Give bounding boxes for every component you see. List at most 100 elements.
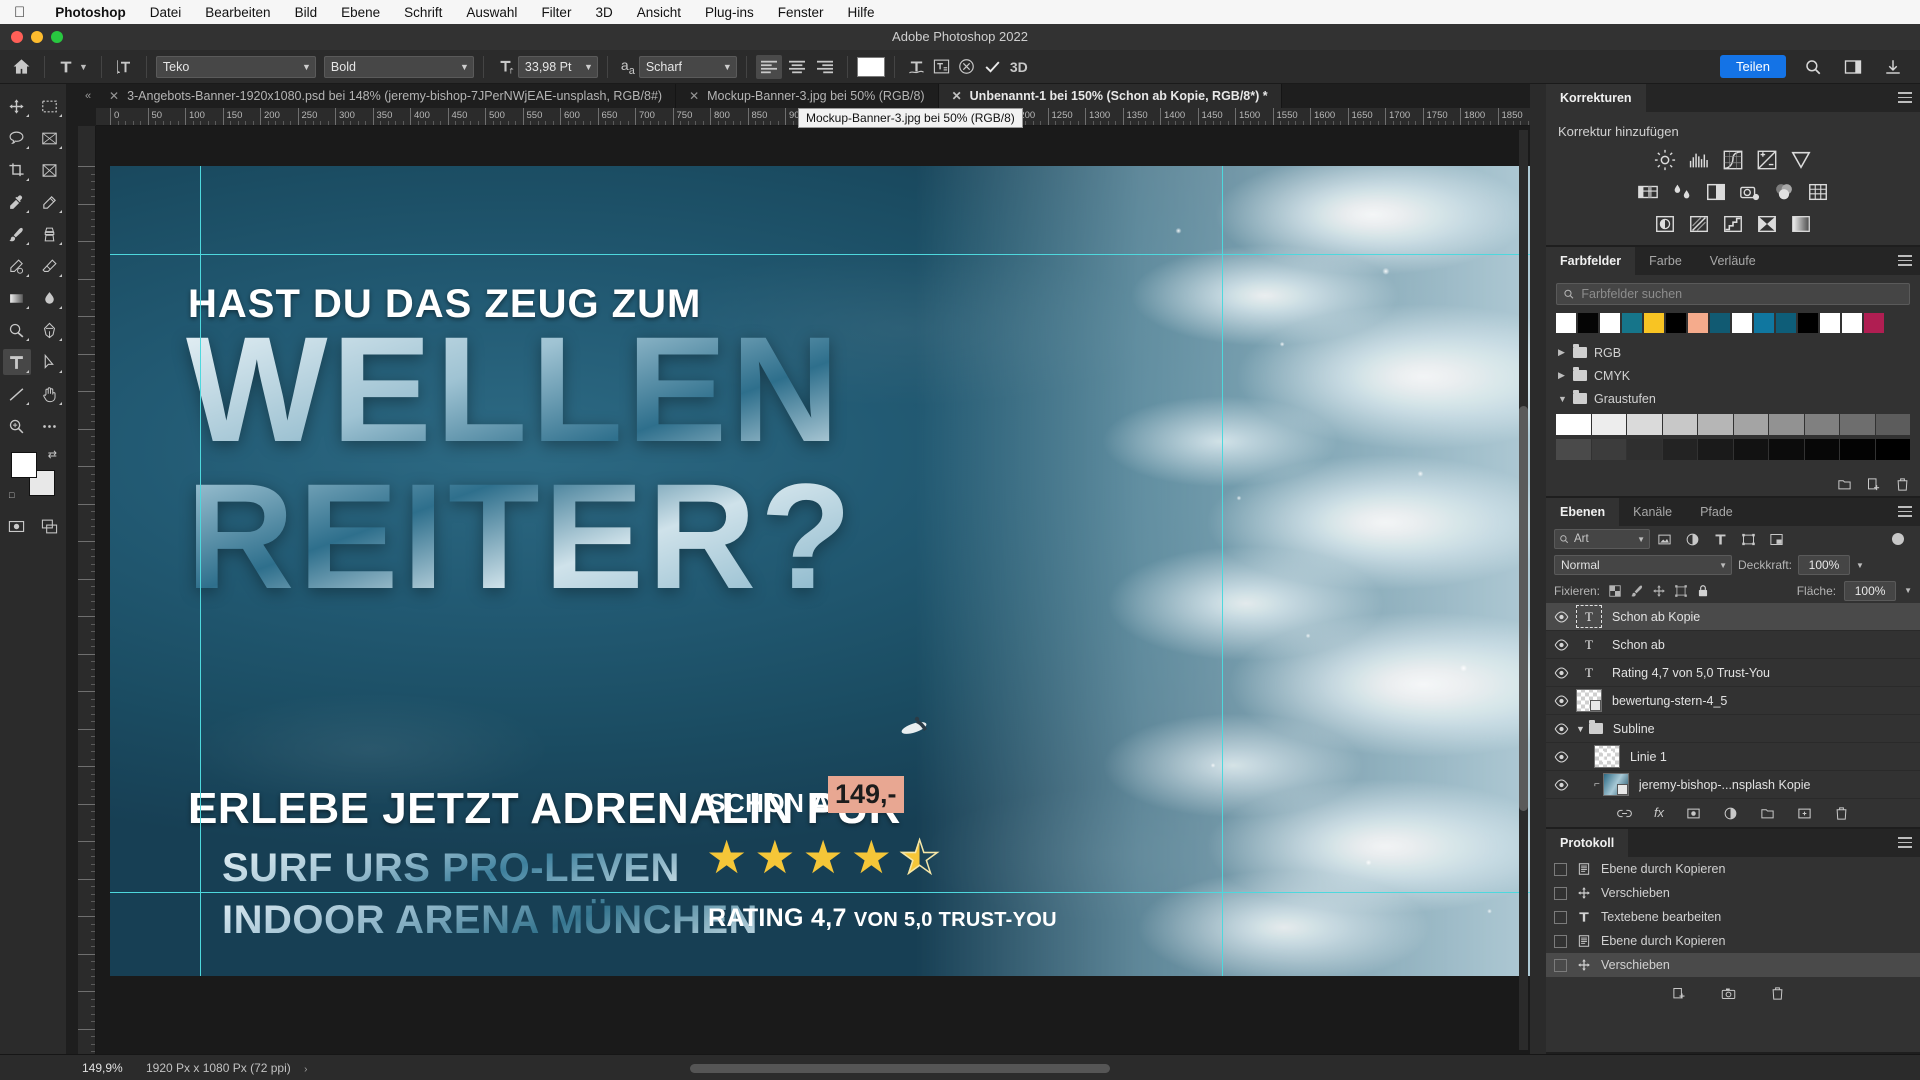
color-balance-icon[interactable] — [1671, 181, 1693, 203]
grayscale-swatch[interactable] — [1591, 414, 1626, 435]
smartobject-filter-icon[interactable] — [1762, 528, 1790, 550]
tab-farbe[interactable]: Farbe — [1635, 247, 1696, 275]
warp-text-icon[interactable] — [904, 55, 929, 79]
grayscale-swatch[interactable] — [1875, 439, 1910, 460]
history-snapshot-toggle[interactable] — [1554, 862, 1567, 876]
history-row[interactable]: Ebene durch Kopieren — [1546, 929, 1920, 953]
channel-mixer-icon[interactable] — [1773, 181, 1795, 203]
opacity-value[interactable]: 100% — [1798, 555, 1851, 575]
color-swatch[interactable] — [1732, 313, 1752, 333]
menu-datei[interactable]: Datei — [138, 5, 194, 20]
chevron-down-icon[interactable]: ▼ — [1904, 586, 1912, 595]
tab-verlaeufe[interactable]: Verläufe — [1696, 247, 1770, 275]
close-window-button[interactable] — [11, 31, 23, 43]
anti-alias-select[interactable]: Scharf ▼ — [638, 55, 737, 78]
menu-bild[interactable]: Bild — [283, 5, 330, 20]
color-swatch[interactable] — [1820, 313, 1840, 333]
menu-schrift[interactable]: Schrift — [392, 5, 454, 20]
posterize-icon[interactable] — [1688, 213, 1710, 235]
dock-collapse-rail[interactable] — [1530, 84, 1546, 1054]
text-color-swatch[interactable] — [856, 56, 885, 77]
menu-ansicht[interactable]: Ansicht — [625, 5, 693, 20]
grayscale-swatch[interactable] — [1627, 414, 1662, 435]
color-swatch[interactable] — [1842, 313, 1862, 333]
history-brush-tool-icon[interactable] — [3, 253, 31, 279]
history-snapshot-toggle[interactable] — [1554, 934, 1567, 948]
layer-thumbnail-smart-object[interactable] — [1576, 689, 1602, 712]
layer-visibility-icon[interactable] — [1546, 610, 1576, 623]
3d-icon[interactable]: 3D — [1006, 55, 1032, 79]
foreground-color-swatch[interactable] — [11, 452, 37, 478]
eyedropper-tool-icon[interactable] — [3, 189, 31, 215]
cancel-icon[interactable] — [954, 55, 979, 79]
tab-protokoll[interactable]: Protokoll — [1546, 829, 1629, 857]
chevron-down-icon[interactable]: ▼ — [1856, 561, 1864, 570]
layer-mask-icon[interactable] — [1686, 806, 1701, 821]
grayscale-swatch[interactable] — [1769, 439, 1804, 460]
layer-row[interactable]: bewertung-stern-4_5 — [1546, 687, 1920, 715]
color-swatch[interactable] — [1578, 313, 1598, 333]
panel-menu-icon[interactable] — [1898, 837, 1912, 851]
panel-menu-icon[interactable] — [1898, 255, 1912, 269]
layer-visibility-icon[interactable] — [1546, 750, 1576, 763]
invert-icon[interactable] — [1654, 213, 1676, 235]
quick-mask-icon[interactable] — [3, 513, 31, 539]
color-lookup-icon[interactable] — [1807, 181, 1829, 203]
color-swatch[interactable] — [1622, 313, 1642, 333]
tab-kanaele[interactable]: Kanäle — [1619, 498, 1686, 526]
shape-filter-icon[interactable] — [1734, 528, 1762, 550]
menu-photoshop[interactable]: Photoshop — [43, 5, 138, 20]
layer-thumbnail-smart-object[interactable] — [1602, 773, 1629, 796]
color-swatch[interactable] — [1864, 313, 1884, 333]
align-left-icon[interactable] — [755, 54, 782, 79]
path-selection-tool-icon[interactable] — [36, 349, 64, 375]
color-swatch[interactable] — [1798, 313, 1818, 333]
color-swatch[interactable] — [1710, 313, 1730, 333]
new-group-icon[interactable] — [1760, 806, 1775, 821]
status-chevron-icon[interactable]: › — [304, 1064, 307, 1075]
layer-visibility-icon[interactable] — [1546, 666, 1576, 679]
layer-filter-type-select[interactable]: Art ▼ — [1554, 529, 1650, 549]
new-layer-icon[interactable] — [1797, 806, 1812, 821]
line-tool-icon[interactable] — [3, 381, 31, 407]
canvas-vertical-scrollbar[interactable] — [1519, 130, 1528, 1050]
grayscale-swatch[interactable] — [1698, 414, 1733, 435]
collapse-left-icon[interactable]: « — [80, 84, 96, 108]
grayscale-swatch[interactable] — [1556, 439, 1591, 460]
panel-menu-icon[interactable] — [1898, 506, 1912, 520]
object-selection-tool-icon[interactable] — [36, 125, 64, 151]
layer-row[interactable]: T Schon ab Kopie — [1546, 603, 1920, 631]
layer-visibility-icon[interactable] — [1546, 694, 1576, 707]
chevron-down-icon[interactable]: ▼ — [1576, 724, 1585, 734]
document-tab-3[interactable]: ✕ Unbenannt-1 bei 150% (Schon ab Kopie, … — [938, 84, 1282, 108]
maximize-window-button[interactable] — [51, 31, 63, 43]
black-white-icon[interactable] — [1705, 181, 1727, 203]
menu-auswahl[interactable]: Auswahl — [454, 5, 529, 20]
layer-visibility-icon[interactable] — [1546, 638, 1576, 651]
marquee-tool-icon[interactable] — [36, 93, 64, 119]
gradient-tool-icon[interactable] — [3, 285, 31, 311]
history-snapshot-toggle[interactable] — [1554, 886, 1567, 900]
delete-layer-icon[interactable] — [1834, 806, 1849, 821]
blur-tool-icon[interactable] — [36, 285, 64, 311]
grayscale-swatch[interactable] — [1698, 439, 1733, 460]
grayscale-swatch[interactable] — [1840, 414, 1875, 435]
history-snapshot-toggle[interactable] — [1554, 958, 1567, 972]
font-size-select[interactable]: 33,98 Pt ▼ — [517, 55, 598, 78]
document-tab-1[interactable]: ✕ 3-Angebots-Banner-1920x1080.psd bei 14… — [96, 84, 677, 108]
layer-visibility-icon[interactable] — [1546, 778, 1576, 791]
zoom-tool-icon[interactable] — [3, 413, 31, 439]
grayscale-swatch[interactable] — [1875, 414, 1910, 435]
more-tools-icon[interactable] — [36, 413, 64, 439]
screen-mode-icon[interactable] — [36, 513, 64, 539]
menu-3d[interactable]: 3D — [583, 5, 624, 20]
link-layers-icon[interactable] — [1617, 806, 1632, 821]
color-swatch[interactable] — [1600, 313, 1620, 333]
swap-colors-icon[interactable]: ⇄ — [48, 448, 57, 461]
layer-thumbnail-text[interactable]: T — [1576, 633, 1602, 656]
gradient-map-icon[interactable] — [1790, 213, 1812, 235]
menu-ebene[interactable]: Ebene — [329, 5, 392, 20]
color-swatch[interactable] — [1688, 313, 1708, 333]
move-tool-icon[interactable] — [3, 93, 31, 119]
layer-row[interactable]: T Rating 4,7 von 5,0 Trust-You — [1546, 659, 1920, 687]
